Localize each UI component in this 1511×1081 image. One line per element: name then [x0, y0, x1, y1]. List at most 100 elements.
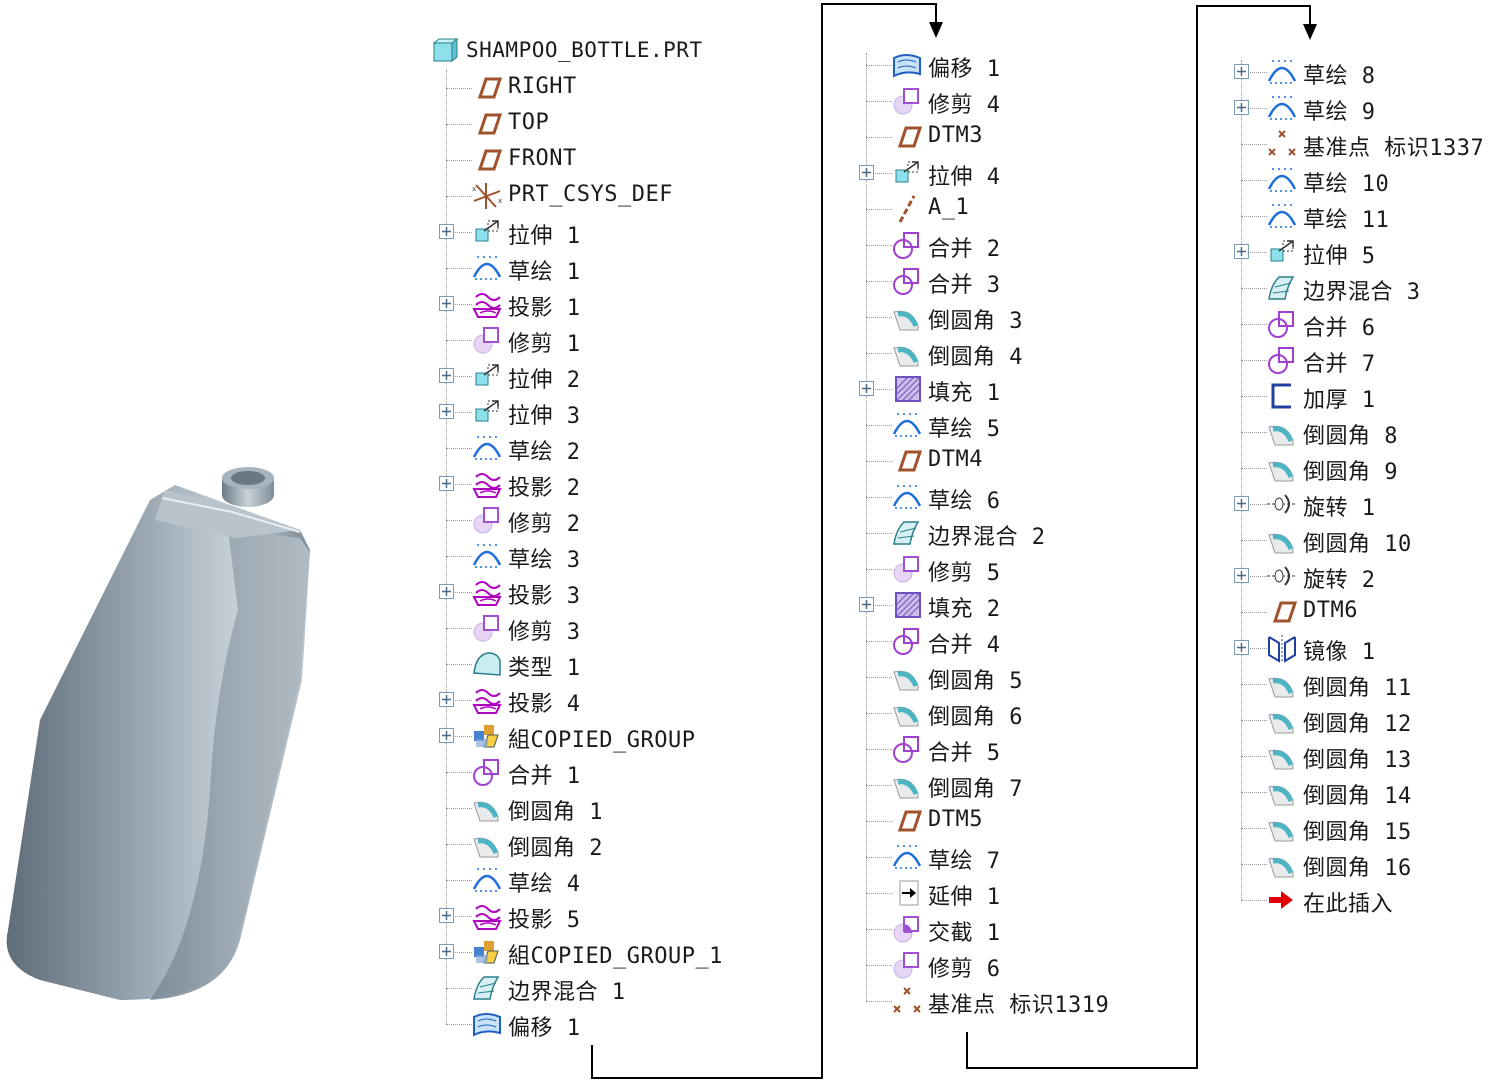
extrude-icon [470, 397, 504, 427]
tree-item-label: 合并 6 [1303, 316, 1376, 341]
tree-item[interactable]: 边界混合 3 [0, 270, 1420, 306]
expand-plus-icon[interactable] [859, 381, 874, 396]
tree-item[interactable]: 基准点 标识1337 [0, 126, 1484, 162]
tree-item[interactable]: 合并 6 [0, 306, 1375, 342]
tree-item[interactable]: 草绘 8 [0, 54, 1375, 90]
expand-plus-icon[interactable] [859, 597, 874, 612]
expand-plus-icon[interactable] [439, 404, 454, 419]
round-icon [470, 829, 504, 859]
tree-item-label: 倒圆角 9 [1303, 460, 1398, 485]
expand-plus-icon[interactable] [1234, 568, 1249, 583]
projection-icon [470, 901, 504, 931]
expand-plus-icon[interactable] [439, 476, 454, 491]
tree-item-label: 修剪 2 [508, 512, 581, 537]
tree-branch-line [446, 1024, 472, 1025]
tree-branch-line [446, 808, 472, 809]
tree-item[interactable]: 拉伸 5 [0, 234, 1375, 270]
tree-item-label: 合并 4 [928, 633, 1001, 658]
merge-icon [1265, 309, 1299, 339]
tree-branch-line [1241, 144, 1267, 145]
tree-item[interactable]: 倒圆角 10 [0, 522, 1411, 558]
expand-plus-icon[interactable] [1234, 244, 1249, 259]
projection-icon [470, 469, 504, 499]
expand-plus-icon[interactable] [439, 908, 454, 923]
tree-item-label: 草绘 6 [928, 489, 1001, 514]
tree-item-label: 倒圆角 7 [928, 777, 1023, 802]
tree-branch-line [1241, 360, 1267, 361]
offset-icon [470, 1009, 504, 1039]
tree-item[interactable]: 草绘 11 [0, 198, 1389, 234]
expand-plus-icon[interactable] [439, 368, 454, 383]
tree-item[interactable]: 镜像 1 [0, 630, 1375, 666]
sketch-icon [470, 865, 504, 895]
expand-plus-icon[interactable] [1234, 100, 1249, 115]
tree-branch-line [1241, 432, 1267, 433]
tree-branch-line [866, 569, 892, 570]
svg-text:x: x [472, 185, 476, 193]
tree-item-label: 草绘 10 [1303, 172, 1390, 197]
tree-item-label: 旋转 1 [1303, 496, 1376, 521]
trim-icon [890, 554, 924, 584]
tree-item[interactable]: 修剪 6 [0, 947, 1000, 983]
expand-plus-icon[interactable] [439, 224, 454, 239]
tree-item[interactable]: 倒圆角 12 [0, 702, 1411, 738]
tree-guide-line [1241, 60, 1242, 900]
tree-item[interactable]: 草绘 10 [0, 162, 1389, 198]
tree-item-label: 草绘 2 [508, 440, 581, 465]
tree-item[interactable]: 倒圆角 15 [0, 810, 1411, 846]
tree-item-label: 合并 1 [508, 764, 581, 789]
expand-plus-icon[interactable] [439, 944, 454, 959]
extend-icon [890, 878, 924, 908]
tree-item[interactable]: 倒圆角 11 [0, 666, 1411, 702]
tree-branch-line [866, 281, 892, 282]
merge-icon [890, 266, 924, 296]
tree-branch-line [446, 988, 472, 989]
datum-plane-icon [890, 122, 924, 152]
tree-branch-line [866, 857, 892, 858]
expand-plus-icon[interactable] [439, 584, 454, 599]
tree-item[interactable]: 合并 7 [0, 342, 1375, 378]
tree-item[interactable]: 倒圆角 13 [0, 738, 1411, 774]
boundary-blend-icon [1265, 273, 1299, 303]
tree-item-label: 修剪 1 [508, 332, 581, 357]
merge-icon [890, 734, 924, 764]
expand-plus-icon[interactable] [439, 692, 454, 707]
tree-item[interactable]: 倒圆角 9 [0, 450, 1398, 486]
expand-plus-icon[interactable] [1234, 640, 1249, 655]
round-icon [890, 338, 924, 368]
expand-plus-icon[interactable] [1234, 496, 1249, 511]
tree-item[interactable]: 倒圆角 14 [0, 774, 1411, 810]
tree-item-label: 倒圆角 13 [1303, 748, 1412, 773]
tree-item[interactable]: 草绘 9 [0, 90, 1375, 126]
tree-item[interactable]: DTM6 [0, 594, 1357, 630]
tree-item[interactable]: 倒圆角 8 [0, 414, 1398, 450]
revolve-icon [1265, 561, 1299, 591]
expand-plus-icon[interactable] [859, 165, 874, 180]
tree-branch-line [1241, 720, 1267, 721]
tree-item-label: 投影 4 [508, 692, 581, 717]
expand-plus-icon[interactable] [1234, 64, 1249, 79]
expand-plus-icon[interactable] [439, 296, 454, 311]
tree-item-label: SHAMPOO_BOTTLE.PRT [466, 38, 703, 62]
tree-branch-line [1241, 288, 1267, 289]
tree-branch-line [446, 268, 472, 269]
tree-item[interactable]: 加厚 1 [0, 378, 1375, 414]
tree-item[interactable]: 在此插入 [0, 882, 1393, 918]
tree-branch-line [446, 628, 472, 629]
tree-item[interactable]: 旋转 2 [0, 558, 1375, 594]
tree-item-label: 拉伸 2 [508, 368, 581, 393]
round-icon [890, 698, 924, 728]
tree-item[interactable]: 倒圆角 16 [0, 846, 1411, 882]
style-surface-icon [470, 649, 504, 679]
datum-plane-icon [470, 109, 504, 139]
tree-item-label: 边界混合 2 [928, 525, 1046, 550]
tree-item-label: 投影 3 [508, 584, 581, 609]
tree-item-label: RIGHT [508, 74, 577, 99]
tree-item[interactable]: 旋转 1 [0, 486, 1375, 522]
tree-item-label: 倒圆角 12 [1303, 712, 1412, 737]
datum-point-icon [890, 986, 924, 1016]
mirror-icon [1265, 633, 1299, 663]
round-icon [1265, 669, 1299, 699]
expand-plus-icon[interactable] [439, 728, 454, 743]
tree-item[interactable]: 基准点 标识1319 [0, 983, 1109, 1019]
